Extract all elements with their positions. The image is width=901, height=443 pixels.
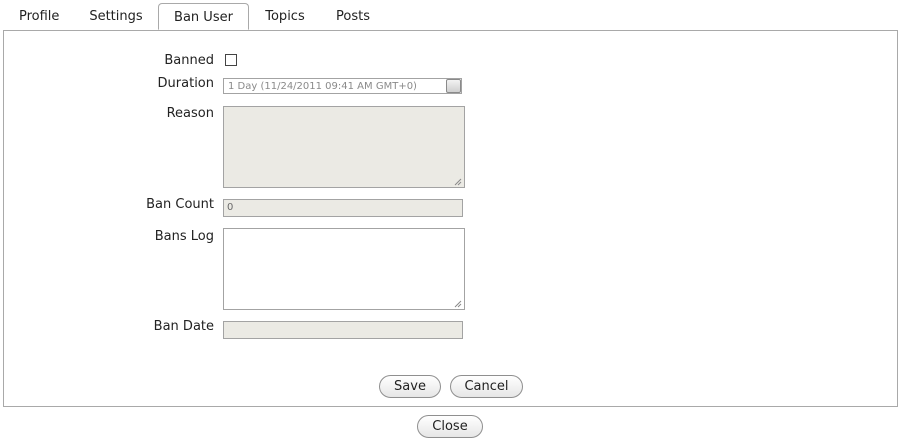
tab-settings[interactable]: Settings bbox=[89, 5, 143, 29]
banned-label: Banned bbox=[164, 53, 214, 68]
ban-count-input[interactable]: 0 bbox=[223, 199, 463, 217]
duration-selected-value: 1 Day (11/24/2011 09:41 AM GMT+0) bbox=[228, 81, 417, 92]
ban-date-label: Ban Date bbox=[153, 319, 214, 334]
duration-label: Duration bbox=[157, 76, 214, 91]
banned-checkbox[interactable] bbox=[225, 54, 237, 66]
ban-date-input[interactable] bbox=[223, 321, 463, 339]
bans-log-textarea[interactable] bbox=[223, 228, 465, 310]
tab-profile[interactable]: Profile bbox=[19, 5, 59, 29]
save-button[interactable]: Save bbox=[379, 375, 441, 398]
cancel-button[interactable]: Cancel bbox=[450, 375, 523, 398]
tab-posts[interactable]: Posts bbox=[335, 5, 371, 29]
ban-count-label: Ban Count bbox=[146, 197, 214, 212]
close-button[interactable]: Close bbox=[417, 415, 483, 438]
reason-textarea[interactable] bbox=[223, 106, 465, 188]
tab-bar: Profile Settings Ban User Topics Posts bbox=[4, 3, 898, 30]
tab-topics[interactable]: Topics bbox=[263, 5, 307, 29]
reason-label: Reason bbox=[166, 106, 214, 121]
bans-log-label: Bans Log bbox=[154, 229, 214, 244]
dropdown-button-icon[interactable] bbox=[446, 79, 461, 93]
ban-user-panel: Banned Duration 1 Day (11/24/2011 09:41 … bbox=[3, 30, 898, 407]
duration-select[interactable]: 1 Day (11/24/2011 09:41 AM GMT+0) bbox=[223, 78, 462, 94]
tab-ban-user[interactable]: Ban User bbox=[158, 3, 249, 30]
